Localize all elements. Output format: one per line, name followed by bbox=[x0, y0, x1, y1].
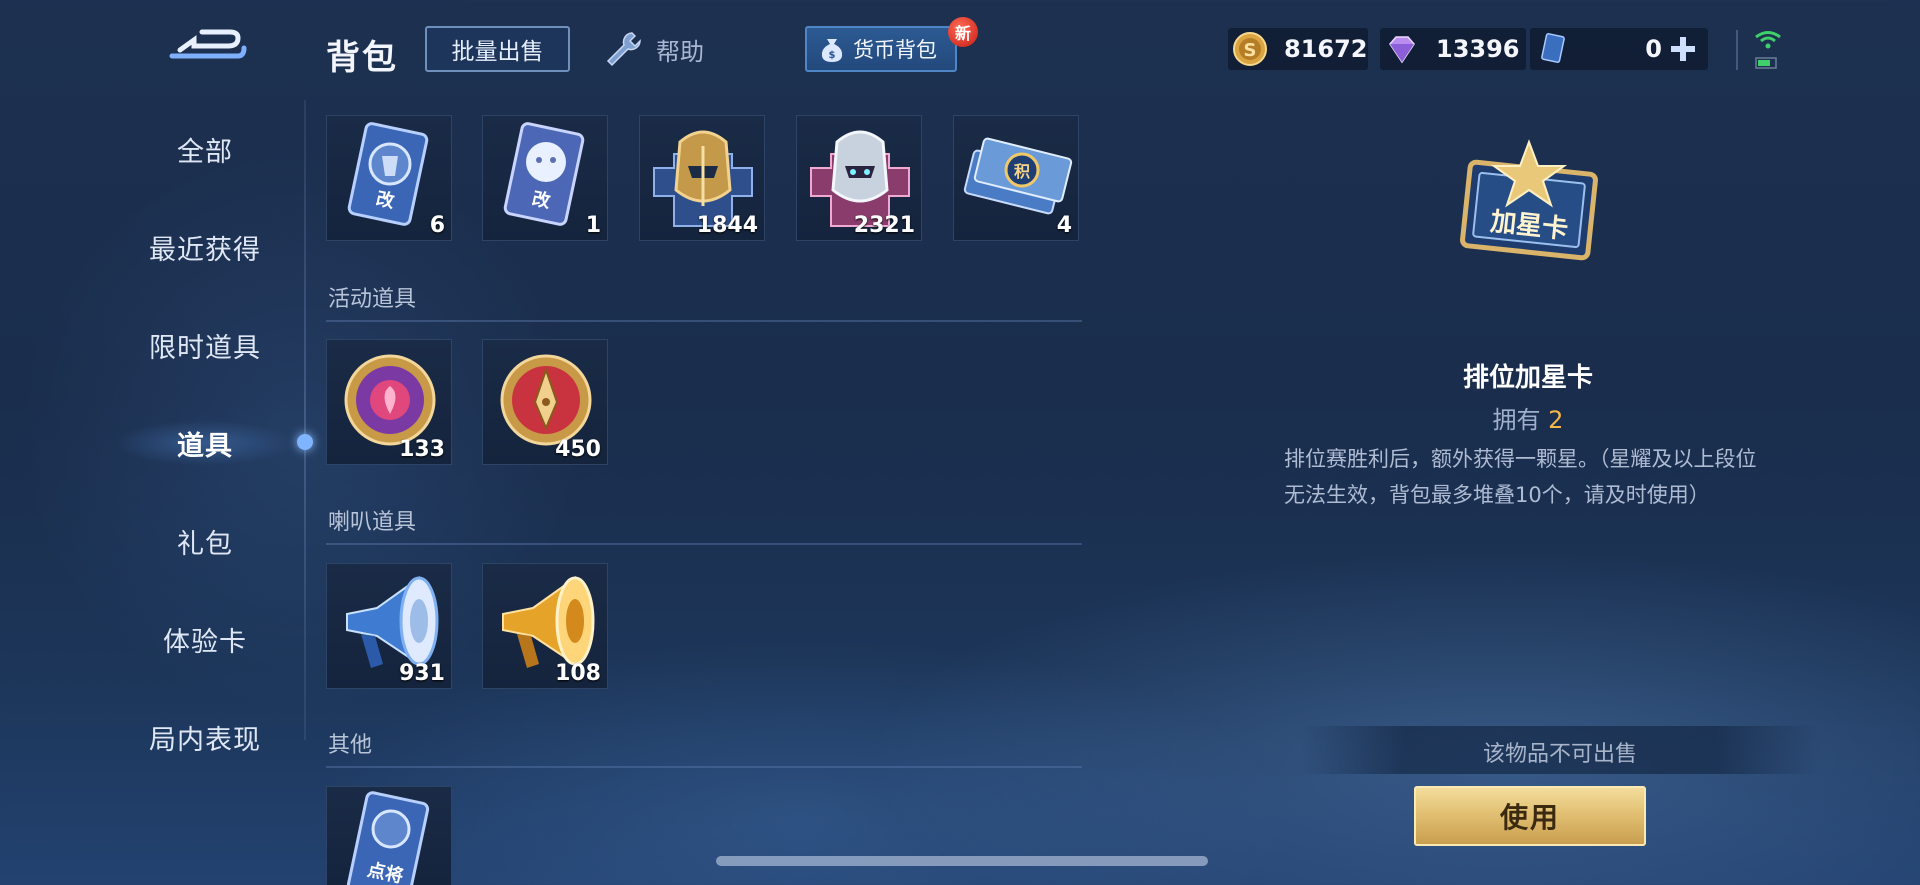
gold-amount: 81672 bbox=[1284, 35, 1368, 63]
sidebar-item-performance[interactable]: 局内表现 bbox=[110, 718, 300, 757]
item-count: 6 bbox=[429, 213, 445, 238]
diamond-icon bbox=[1389, 36, 1415, 64]
item-count: 931 bbox=[399, 661, 445, 686]
gold-currency: S 81672 bbox=[1228, 28, 1368, 70]
help-button[interactable]: 帮助 bbox=[602, 26, 704, 72]
item-slot-general-card[interactable]: 点将 bbox=[326, 786, 452, 885]
detail-owned-count: 拥有 2 bbox=[1232, 400, 1824, 435]
section-divider bbox=[326, 543, 1082, 545]
owned-number: 2 bbox=[1548, 406, 1564, 434]
svg-text:积: 积 bbox=[1014, 162, 1030, 181]
diamond-currency: 13396 bbox=[1380, 28, 1526, 70]
wifi-icon bbox=[1755, 31, 1781, 49]
section-divider bbox=[326, 766, 1082, 768]
svg-text:$: $ bbox=[829, 50, 836, 61]
sidebar-item-limited[interactable]: 限时道具 bbox=[110, 326, 300, 365]
star-card-icon: 加星卡 bbox=[1460, 139, 1598, 261]
sidebar-item-gift[interactable]: 礼包 bbox=[110, 522, 300, 561]
item-count: 450 bbox=[555, 437, 601, 462]
sidebar-item-recent[interactable]: 最近获得 bbox=[110, 228, 300, 267]
money-bag-icon: $ bbox=[821, 39, 843, 62]
sidebar-item-all[interactable]: 全部 bbox=[110, 130, 300, 169]
help-label: 帮助 bbox=[656, 37, 704, 66]
sidebar-item-props[interactable]: 道具 bbox=[110, 424, 300, 463]
diamond-amount: 13396 bbox=[1436, 35, 1520, 63]
item-count: 2321 bbox=[853, 213, 915, 238]
section-divider bbox=[326, 320, 1082, 322]
item-slot-pen-medal[interactable]: 450 bbox=[482, 339, 608, 465]
wrench-icon bbox=[606, 32, 641, 67]
battery-icon bbox=[1755, 57, 1777, 69]
item-slot-pet-rename-card[interactable]: 改 1 bbox=[482, 115, 608, 241]
detail-item-name: 排位加星卡 bbox=[1462, 363, 1593, 393]
sidebar-item-trial-card[interactable]: 体验卡 bbox=[110, 620, 300, 659]
item-slot-gold-helmet-fragment[interactable]: 1844 bbox=[639, 115, 765, 241]
not-sellable-notice: 该物品不可出售 bbox=[1482, 742, 1637, 767]
back-arrow-icon bbox=[169, 29, 247, 59]
use-button[interactable]: 使用 bbox=[1414, 786, 1646, 846]
item-slot-blue-rename-card[interactable]: 改 6 bbox=[326, 115, 452, 241]
currency-bag-label: 货币背包 bbox=[853, 38, 937, 62]
section-title-activity: 活动道具 bbox=[328, 287, 417, 312]
item-count: 1 bbox=[585, 213, 601, 238]
item-slot-pink-helmet-fragment[interactable]: 2321 bbox=[796, 115, 922, 241]
ticket-currency[interactable]: 0 bbox=[1530, 28, 1708, 70]
detail-description: 排位赛胜利后，额外获得一颗星。（星耀及以上段位无法生效，背包最多堆叠10个，请及… bbox=[1284, 447, 1757, 507]
status-indicator bbox=[1752, 28, 1784, 70]
item-slot-gold-megaphone[interactable]: 108 bbox=[482, 563, 608, 689]
home-indicator[interactable] bbox=[716, 856, 1208, 866]
item-count: 1844 bbox=[696, 213, 758, 238]
item-count: 4 bbox=[1056, 213, 1072, 238]
item-slot-blue-megaphone[interactable]: 931 bbox=[326, 563, 452, 689]
ticket-card-icon bbox=[1541, 33, 1565, 63]
item-count: 133 bbox=[399, 437, 445, 462]
owned-label: 拥有 bbox=[1492, 406, 1541, 434]
item-count: 108 bbox=[555, 661, 601, 686]
item-slot-rose-medal[interactable]: 133 bbox=[326, 339, 452, 465]
back-button[interactable] bbox=[168, 26, 248, 66]
plus-icon[interactable] bbox=[1668, 34, 1698, 64]
ticket-amount: 0 bbox=[1645, 35, 1662, 63]
new-badge: 新 bbox=[948, 17, 978, 47]
currency-bag-button[interactable]: $ 货币背包 bbox=[805, 26, 957, 72]
sidebar-divider bbox=[304, 100, 306, 740]
general-card-icon: 点将 bbox=[346, 791, 430, 885]
svg-text:S: S bbox=[1244, 40, 1257, 61]
page-title: 背包 bbox=[326, 38, 398, 78]
item-slot-ticket-card[interactable]: 积 4 bbox=[953, 115, 1079, 241]
header-divider bbox=[1736, 30, 1738, 70]
batch-sell-button[interactable]: 批量出售 bbox=[425, 26, 570, 72]
detail-item-image: 加星卡 bbox=[1452, 138, 1606, 270]
gold-coin-icon: S bbox=[1233, 32, 1267, 66]
section-title-other: 其他 bbox=[328, 733, 373, 758]
section-title-speaker: 喇叭道具 bbox=[328, 510, 417, 535]
